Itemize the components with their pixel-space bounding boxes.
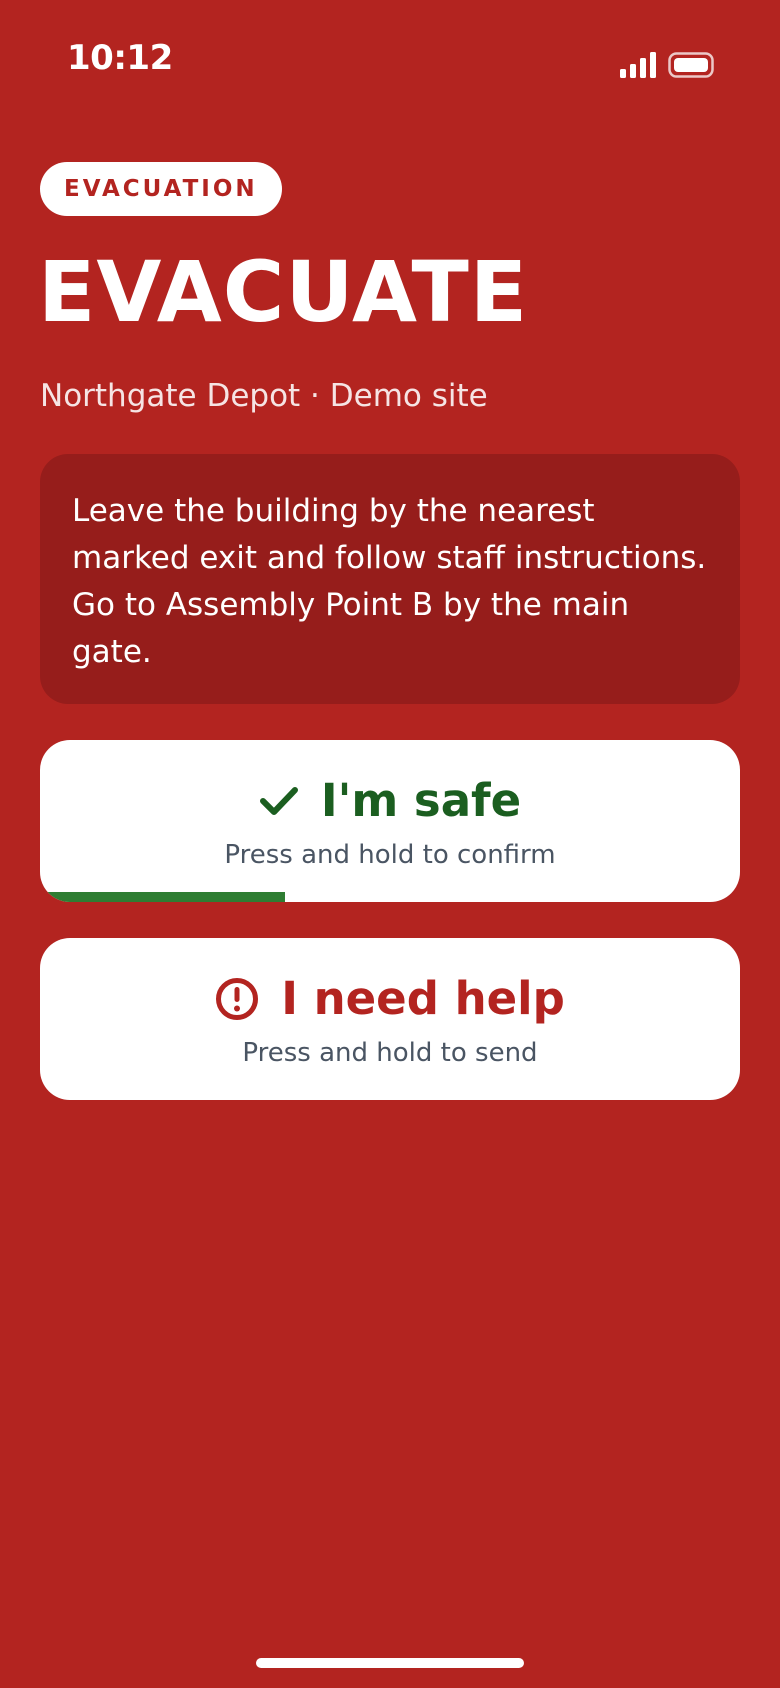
help-hint: Press and hold to send (242, 1038, 538, 1068)
instructions-card: Leave the building by the nearest marked… (40, 454, 740, 704)
safe-title-row: I'm safe (40, 778, 740, 823)
cellular-signal-icon (620, 52, 656, 78)
instructions-text: Leave the building by the nearest marked… (72, 493, 707, 670)
im-safe-button[interactable]: I'm safe Press and hold to confirm (40, 740, 740, 902)
help-title-row: I need help (40, 976, 740, 1021)
hold-progress-fill (40, 892, 285, 902)
safe-label: I'm safe (320, 774, 522, 827)
site-subtitle: Northgate Depot · Demo site (40, 378, 488, 414)
safe-hint: Press and hold to confirm (224, 840, 556, 870)
hold-progress-bar (40, 892, 740, 902)
home-indicator[interactable] (256, 1658, 524, 1668)
checkmark-icon (259, 786, 298, 815)
status-bar: 10:12 (0, 0, 780, 120)
exclamation-circle-icon (216, 977, 259, 1020)
status-time: 10:12 (67, 38, 173, 78)
battery-icon (668, 52, 714, 78)
page-title: EVACUATE (38, 243, 529, 341)
badge-label: EVACUATION (64, 176, 258, 202)
evacuation-badge: EVACUATION (40, 162, 282, 216)
help-label: I need help (281, 972, 565, 1025)
need-help-button[interactable]: I need help Press and hold to send (40, 938, 740, 1100)
